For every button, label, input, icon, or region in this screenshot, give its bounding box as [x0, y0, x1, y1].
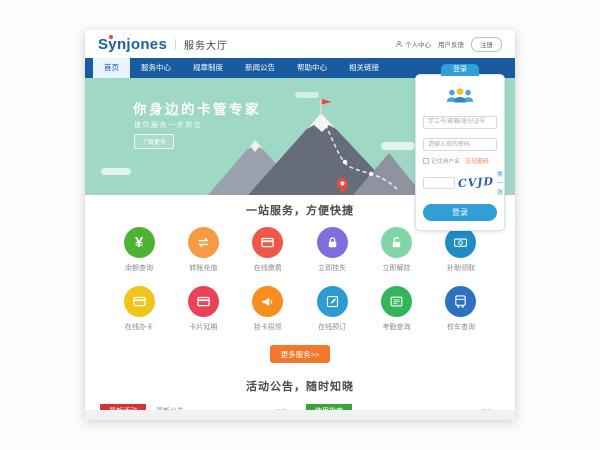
username-input[interactable] — [423, 116, 497, 129]
user-icon — [395, 40, 403, 48]
password-input[interactable] — [423, 138, 497, 151]
service-card-extension[interactable]: 卡片延期 — [175, 286, 231, 332]
bank-card-icon — [252, 227, 283, 258]
more-services-button[interactable]: 更多服务>> — [270, 345, 331, 363]
user-feedback-label: 用户反馈 — [438, 39, 464, 49]
service-transfer-recharge[interactable]: 转账充值 — [175, 227, 231, 273]
service-online-payment[interactable]: 在线缴费 — [240, 227, 296, 273]
services-row-1: ¥ 余额查询 转账充值 在线缴费 立即挂失 — [85, 227, 515, 273]
lock-icon — [317, 227, 348, 258]
edit-icon — [317, 286, 348, 317]
captcha-input[interactable] — [423, 177, 455, 189]
service-cancel-loss[interactable]: 立即解挂 — [369, 227, 425, 273]
attendance-icon — [381, 286, 412, 317]
captcha-row: CVJD 换一张 — [423, 169, 497, 196]
yen-icon: ¥ — [124, 227, 155, 258]
forgot-password-link[interactable]: 忘记密码 — [466, 156, 489, 165]
transfer-icon — [188, 227, 219, 258]
map-pin-icon — [337, 178, 348, 193]
logo-dot — [109, 35, 113, 39]
nav-item-regulations[interactable]: 规章制度 — [182, 58, 234, 78]
header-utility-links: 个人中心 用户反馈 注册 — [395, 37, 502, 52]
synjones-logo[interactable]: Synjones — [98, 36, 167, 53]
hero-title: 你身边的卡管专家 — [133, 98, 261, 118]
header-divider: | — [174, 38, 177, 50]
content-cutoff-strip — [85, 410, 515, 420]
service-subsidy-collection[interactable]: 补助领取 — [433, 227, 489, 273]
portal-window: Synjones | 服务大厅 个人中心 用户反馈 注册 首页 服务中心 规章制… — [85, 30, 515, 420]
login-panel: 登录 记住用户名 | 忘记密码 CVJD 换一张 登录 — [415, 74, 505, 231]
user-feedback-link[interactable]: 用户反馈 — [438, 39, 464, 49]
top-header: Synjones | 服务大厅 个人中心 用户反馈 注册 — [85, 30, 515, 58]
unlock-icon — [381, 227, 412, 258]
remember-row: 记住用户名 | 忘记密码 — [423, 156, 497, 165]
captcha-refresh-link[interactable]: 换一张 — [497, 169, 503, 196]
hero-subtitle: 提供服务一步到位 — [134, 120, 202, 130]
login-tab[interactable]: 登录 — [441, 64, 479, 76]
register-button[interactable]: 注册 — [471, 37, 502, 52]
nav-item-news[interactable]: 新闻公告 — [234, 58, 286, 78]
bank-card-icon — [124, 286, 155, 317]
services-row-2: 在线办卡 卡片延期 拾卡招领 在线预订 — [85, 286, 515, 332]
cloud — [101, 168, 131, 175]
portal-name: 服务大厅 — [184, 37, 228, 52]
captcha-image[interactable]: CVJD — [458, 175, 495, 190]
service-lost-card-claim[interactable]: 拾卡招领 — [240, 286, 296, 332]
personal-center-link[interactable]: 个人中心 — [395, 39, 431, 49]
service-report-loss[interactable]: 立即挂失 — [304, 227, 360, 273]
nav-item-home[interactable]: 首页 — [93, 58, 130, 78]
hero-cta-button[interactable]: 了解更多 — [134, 134, 174, 149]
megaphone-icon — [252, 286, 283, 317]
login-submit-button[interactable]: 登录 — [423, 204, 497, 221]
bus-icon — [445, 286, 476, 317]
banknote-icon — [445, 227, 476, 258]
remember-checkbox[interactable] — [423, 158, 429, 164]
nav-item-help-center[interactable]: 帮助中心 — [286, 58, 338, 78]
service-online-booking[interactable]: 在线预订 — [304, 286, 360, 332]
page-canvas: Synjones | 服务大厅 个人中心 用户反馈 注册 首页 服务中心 规章制… — [0, 0, 600, 450]
service-online-card-application[interactable]: 在线办卡 — [111, 286, 167, 332]
nav-item-related-links[interactable]: 相关链接 — [338, 58, 390, 78]
bank-card-icon — [188, 286, 219, 317]
remember-separator: | — [462, 158, 464, 164]
service-school-bus-inquiry[interactable]: 校车查询 — [433, 286, 489, 332]
service-balance-inquiry[interactable]: ¥ 余额查询 — [111, 227, 167, 273]
service-attendance-inquiry[interactable]: 考勤查询 — [369, 286, 425, 332]
nav-item-service-center[interactable]: 服务中心 — [130, 58, 182, 78]
users-group-icon — [423, 86, 497, 104]
remember-label: 记住用户名 — [431, 156, 460, 165]
personal-center-label: 个人中心 — [405, 39, 431, 49]
announcements-section-title: 活动公告，随时知晓 — [85, 378, 515, 394]
